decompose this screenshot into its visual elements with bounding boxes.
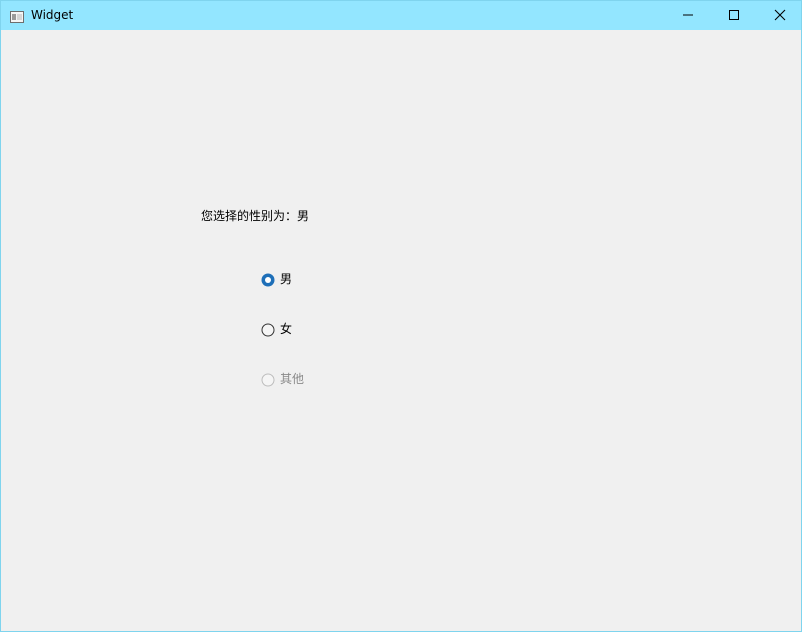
close-icon (774, 9, 786, 21)
title-bar[interactable]: Widget (1, 1, 801, 30)
maximize-button[interactable] (711, 1, 757, 30)
radio-other-label: 其他 (280, 372, 305, 386)
radio-male-label[interactable]: 男 (280, 271, 292, 287)
minimize-icon (683, 14, 693, 16)
selected-gender-label: 您选择的性别为：男 (201, 209, 310, 223)
radio-female-label[interactable]: 女 (280, 321, 292, 337)
radio-disabled-icon (261, 372, 275, 387)
radio-other: 其他 (261, 371, 304, 387)
minimize-button[interactable] (665, 1, 711, 30)
close-button[interactable] (757, 1, 802, 30)
app-window: Widget 您选择的性别为：男 男 女 其他 (0, 0, 802, 632)
app-icon (10, 8, 24, 23)
radio-checked-icon[interactable] (261, 272, 275, 287)
main-content: 您选择的性别为：男 男 女 其他 (1, 30, 801, 631)
radio-male[interactable]: 男 (261, 271, 292, 287)
maximize-icon (729, 10, 739, 20)
radio-female[interactable]: 女 (261, 321, 292, 337)
window-title: Widget (31, 8, 74, 22)
radio-unchecked-icon[interactable] (261, 322, 275, 337)
